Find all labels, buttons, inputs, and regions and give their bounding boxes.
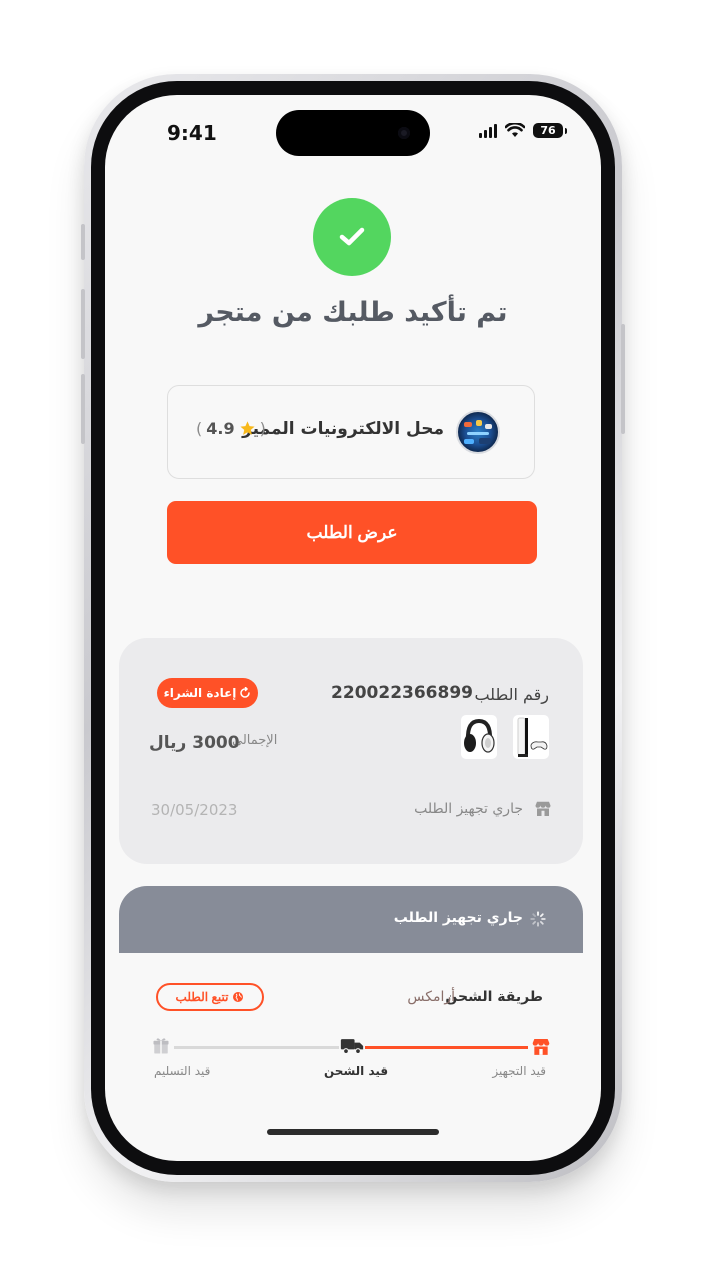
camera-icon: [398, 127, 410, 139]
shipping-method-value: أرامكس: [407, 989, 455, 1005]
total-value: 3000 ريال: [149, 733, 240, 753]
volume-down-button: [81, 374, 85, 444]
order-date: 30/05/2023: [151, 801, 238, 819]
rebuy-button[interactable]: إعادة الشراء: [157, 678, 258, 708]
dynamic-island: [276, 110, 430, 156]
product-thumb-headset: [461, 715, 497, 759]
order-number: 220022366899: [331, 683, 473, 703]
order-card[interactable]: رقم الطلب 220022366899 إعادة الشراء الإج…: [119, 638, 583, 864]
view-order-button[interactable]: عرض الطلب: [167, 501, 537, 564]
signal-icon: [479, 123, 497, 138]
store-card[interactable]: محل الالكترونيات المميز ( 4.9 ): [167, 385, 535, 479]
status-time: 9:41: [167, 121, 217, 145]
store-icon: [535, 801, 551, 816]
power-button: [621, 324, 625, 434]
processing-header: جاري تجهيز الطلب: [119, 886, 583, 953]
step-label-preparing: قيد التجهيز: [492, 1064, 546, 1078]
shipping-method-label: طريقة الشحن: [445, 989, 543, 1005]
volume-up-button: [81, 289, 85, 359]
step-label-delivery: قيد التسليم: [154, 1064, 211, 1078]
rating-value: 4.9: [206, 419, 235, 438]
order-status: جاري تجهيز الطلب: [414, 801, 523, 817]
silent-switch: [81, 224, 85, 260]
shipping-section: طريقة الشحن أرامكس تتبع الطلب قيد التجهي…: [119, 953, 583, 1103]
order-number-label: رقم الطلب: [474, 685, 549, 704]
status-icons: 76: [479, 123, 567, 138]
success-check-icon: [313, 198, 391, 276]
rating-bracket-close: ): [259, 419, 266, 438]
step-truck-icon: [339, 1033, 365, 1059]
store-rating: ( 4.9 ): [196, 419, 266, 438]
globe-icon: [233, 992, 244, 1002]
processing-text: جاري تجهيز الطلب: [393, 910, 523, 926]
step-store-icon: [528, 1033, 554, 1059]
wifi-icon: [505, 123, 525, 137]
step-package-icon: [148, 1033, 174, 1059]
rebuy-icon: [240, 687, 251, 698]
track-order-label: تتبع الطلب: [175, 990, 229, 1004]
home-indicator: [267, 1129, 439, 1135]
phone-frame: 9:41 76 تم تأكيد طلبك من متجر محل الالكت…: [81, 74, 625, 1182]
product-thumb-console: [513, 715, 549, 759]
screen: 9:41 76 تم تأكيد طلبك من متجر محل الالكت…: [105, 95, 601, 1161]
loading-spinner-icon: [530, 911, 546, 927]
store-avatar: [456, 410, 500, 454]
rebuy-label: إعادة الشراء: [163, 686, 237, 700]
step-label-shipping: قيد الشحن: [324, 1064, 389, 1078]
rating-bracket-open: (: [196, 419, 203, 438]
star-icon: [240, 421, 255, 435]
battery-icon: 76: [533, 123, 567, 138]
store-name: محل الالكترونيات المميز: [242, 419, 444, 439]
progress-fill: [359, 1046, 545, 1049]
confirmation-title: تم تأكيد طلبك من متجر: [198, 297, 508, 328]
track-order-button[interactable]: تتبع الطلب: [156, 983, 264, 1011]
